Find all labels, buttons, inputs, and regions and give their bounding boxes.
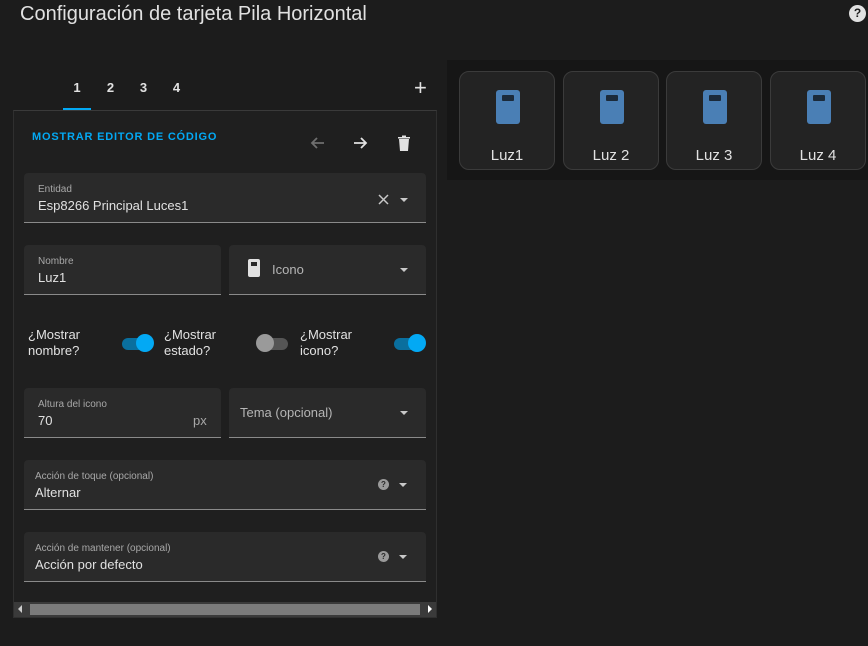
card-editor: MOSTRAR EDITOR DE CÓDIGO Entidad Esp8266…	[13, 110, 437, 618]
name-field[interactable]: Nombre Luz1	[24, 245, 221, 295]
light-switch-icon	[807, 90, 831, 124]
tab-3[interactable]: 3	[127, 78, 160, 110]
scroll-left-icon[interactable]	[18, 605, 22, 613]
light-switch-icon	[496, 90, 520, 124]
light-switch-icon	[600, 90, 624, 124]
preview-card-label: Luz 3	[695, 147, 733, 164]
icon-height-value: 70	[38, 413, 53, 428]
scrollbar-thumb[interactable]	[30, 604, 420, 615]
entity-picker[interactable]: Entidad Esp8266 Principal Luces1	[24, 173, 426, 223]
show-state-switch[interactable]	[256, 332, 292, 352]
add-card-button[interactable]: +	[414, 77, 427, 99]
tap-action-label: Acción de toque (opcional)	[35, 471, 154, 482]
preview-card-3[interactable]: Luz 3	[666, 71, 762, 170]
chevron-down-icon[interactable]	[400, 268, 408, 272]
help-icon[interactable]: ?	[378, 479, 389, 490]
preview-card-4[interactable]: Luz 4	[770, 71, 866, 170]
tap-action-picker[interactable]: Acción de toque (opcional) Alternar ?	[24, 460, 426, 510]
move-right-icon[interactable]	[351, 133, 371, 153]
hold-action-value: Acción por defecto	[35, 557, 143, 572]
show-icon-label: ¿Mostrar icono?	[300, 327, 352, 358]
light-switch-icon	[248, 259, 260, 277]
show-icon-switch[interactable]	[392, 332, 428, 352]
icon-height-label: Altura del icono	[38, 399, 107, 410]
tap-action-value: Alternar	[35, 485, 81, 500]
chevron-down-icon[interactable]	[399, 555, 407, 559]
tab-1[interactable]: 1	[60, 78, 94, 110]
scroll-right-icon[interactable]	[428, 605, 432, 613]
card-preview: Luz1 Luz 2 Luz 3 Luz 4	[447, 60, 868, 180]
hold-action-label: Acción de mantener (opcional)	[35, 543, 171, 554]
page-title: Configuración de tarjeta Pila Horizontal	[20, 3, 367, 25]
card-tabs: 1 2 3 4	[60, 78, 193, 110]
preview-card-label: Luz 2	[592, 147, 630, 164]
hold-action-picker[interactable]: Acción de mantener (opcional) Acción por…	[24, 532, 426, 582]
theme-placeholder: Tema (opcional)	[240, 405, 333, 420]
entity-label: Entidad	[38, 184, 72, 195]
show-name-switch[interactable]	[120, 332, 156, 352]
preview-card-label: Luz1	[490, 147, 524, 164]
preview-card-1[interactable]: Luz1	[459, 71, 555, 170]
name-label: Nombre	[38, 256, 74, 267]
light-switch-icon	[703, 90, 727, 124]
show-state-label: ¿Mostrar estado?	[164, 327, 216, 358]
icon-height-suffix: px	[193, 413, 207, 428]
tab-2[interactable]: 2	[94, 78, 127, 110]
icon-picker[interactable]: Icono	[229, 245, 426, 295]
chevron-down-icon[interactable]	[399, 483, 407, 487]
icon-placeholder: Icono	[272, 262, 304, 277]
help-icon[interactable]: ?	[849, 5, 866, 22]
name-value: Luz1	[38, 270, 67, 285]
show-name-label: ¿Mostrar nombre?	[28, 327, 80, 358]
chevron-down-icon[interactable]	[400, 198, 408, 202]
icon-height-field[interactable]: Altura del icono 70 px	[24, 388, 221, 438]
entity-value: Esp8266 Principal Luces1	[38, 198, 189, 213]
tab-4[interactable]: 4	[160, 78, 193, 110]
preview-card-label: Luz 4	[799, 147, 837, 164]
help-icon[interactable]: ?	[378, 551, 389, 562]
theme-picker[interactable]: Tema (opcional)	[229, 388, 426, 438]
horizontal-scrollbar[interactable]	[14, 602, 436, 617]
move-left-icon[interactable]	[308, 133, 328, 153]
delete-icon[interactable]	[394, 133, 414, 153]
chevron-down-icon[interactable]	[400, 411, 408, 415]
clear-icon[interactable]	[378, 194, 389, 205]
preview-card-2[interactable]: Luz 2	[563, 71, 659, 170]
show-code-editor-button[interactable]: MOSTRAR EDITOR DE CÓDIGO	[32, 131, 217, 143]
